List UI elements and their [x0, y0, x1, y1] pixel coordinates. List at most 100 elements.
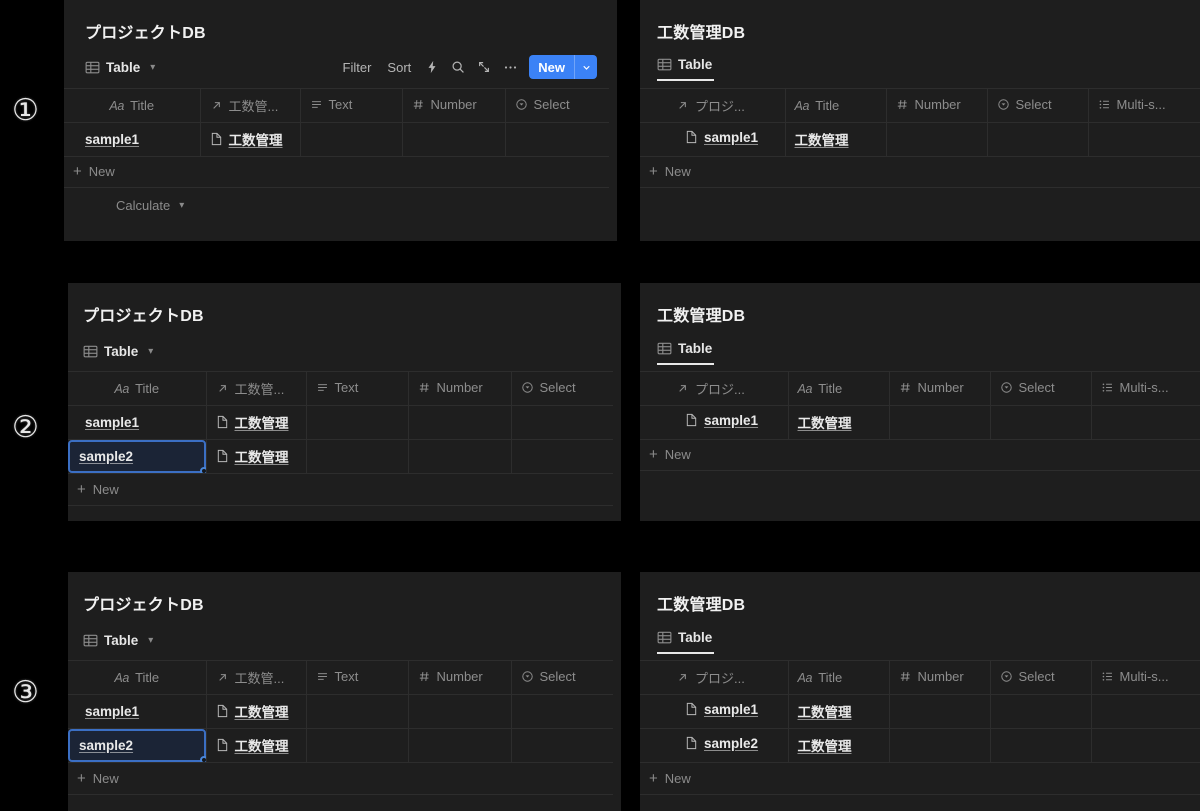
cell-relation[interactable]: 工数管理 — [206, 439, 307, 474]
cell-multi-select[interactable] — [1091, 405, 1200, 440]
cell-number[interactable] — [402, 122, 506, 157]
table-row[interactable]: sample1 工数管理 — [68, 694, 613, 729]
column-header-number[interactable]: Number — [408, 371, 512, 406]
column-header-number[interactable]: Number — [402, 88, 506, 123]
column-header-title[interactable]: Aa Title — [785, 88, 887, 123]
new-row-button-2[interactable]: + New — [68, 474, 613, 506]
cell-relation[interactable]: sample1 — [640, 405, 789, 440]
new-row-button-right-1[interactable]: + New — [640, 156, 1200, 188]
column-header-text[interactable]: Text — [300, 88, 403, 123]
column-header-text[interactable]: Text — [306, 660, 409, 695]
view-tab-table-left-1[interactable]: Table ▾ — [85, 57, 157, 78]
cell-number[interactable] — [408, 728, 512, 763]
new-row-button-3[interactable]: + New — [68, 763, 613, 795]
selection-drag-handle[interactable] — [199, 756, 205, 762]
expand-icon[interactable] — [471, 55, 497, 79]
view-tab-table-right-2[interactable]: Table — [657, 338, 715, 365]
cell-number[interactable] — [408, 694, 512, 729]
cell-select[interactable] — [511, 728, 613, 763]
cell-title[interactable]: sample1 — [68, 694, 207, 729]
column-header-title[interactable]: Aa Title — [64, 88, 201, 123]
view-tab-table-left-3[interactable]: Table ▾ — [83, 630, 155, 651]
cell-multi-select[interactable] — [1088, 122, 1200, 157]
cell-title[interactable]: 工数管理 — [788, 728, 890, 763]
column-header-relation[interactable]: プロジ... — [640, 660, 789, 695]
column-header-number[interactable]: Number — [889, 660, 991, 695]
column-header-select[interactable]: Select — [511, 660, 613, 695]
cell-relation[interactable]: 工数管理 — [206, 728, 307, 763]
table-row[interactable]: sample1 工数管理 — [64, 122, 609, 157]
view-tab-table-right-3[interactable]: Table — [657, 627, 715, 654]
cell-select[interactable] — [990, 694, 1092, 729]
new-button[interactable]: New — [529, 55, 574, 79]
cell-relation[interactable]: 工数管理 — [206, 694, 307, 729]
cell-relation[interactable]: sample1 — [640, 122, 786, 157]
cell-text[interactable] — [306, 728, 409, 763]
cell-number[interactable] — [889, 405, 991, 440]
new-row-button-1[interactable]: + New — [64, 156, 609, 188]
column-header-relation[interactable]: 工数管... — [206, 371, 307, 406]
cell-title-selected[interactable]: sample2 — [68, 439, 207, 474]
column-header-text[interactable]: Text — [306, 371, 409, 406]
column-header-relation[interactable]: 工数管... — [200, 88, 301, 123]
column-header-select[interactable]: Select — [990, 371, 1092, 406]
cell-relation[interactable]: 工数管理 — [200, 122, 301, 157]
cell-select[interactable] — [987, 122, 1089, 157]
cell-select[interactable] — [511, 405, 613, 440]
calculate-button-1[interactable]: Calculate ▾ — [64, 189, 609, 221]
column-header-title[interactable]: Aa Title — [788, 660, 890, 695]
column-header-multi-select[interactable]: Multi-s... — [1088, 88, 1200, 123]
column-header-select[interactable]: Select — [987, 88, 1089, 123]
cell-select[interactable] — [505, 122, 609, 157]
cell-text[interactable] — [306, 439, 409, 474]
cell-number[interactable] — [889, 728, 991, 763]
column-header-title[interactable]: Aa Title — [788, 371, 890, 406]
sort-button[interactable]: Sort — [379, 57, 419, 78]
table-row[interactable]: sample2 工数管理 — [68, 439, 613, 474]
lightning-icon[interactable] — [419, 55, 445, 79]
new-row-button-right-2[interactable]: + New — [640, 439, 1200, 471]
column-header-relation[interactable]: 工数管... — [206, 660, 307, 695]
cell-number[interactable] — [889, 694, 991, 729]
cell-relation[interactable]: 工数管理 — [206, 405, 307, 440]
ellipsis-icon[interactable] — [497, 55, 523, 79]
view-tab-table-right-1[interactable]: Table — [657, 54, 715, 81]
table-row[interactable]: sample1 工数管理 — [640, 122, 1200, 157]
new-dropdown-button[interactable] — [575, 55, 597, 79]
cell-text[interactable] — [306, 694, 409, 729]
cell-title[interactable]: sample1 — [64, 122, 201, 157]
column-header-relation[interactable]: プロジ... — [640, 371, 789, 406]
table-row[interactable]: sample1 工数管理 — [640, 405, 1200, 440]
new-row-button-right-3[interactable]: + New — [640, 763, 1200, 795]
table-row[interactable]: sample2 工数管理 — [68, 728, 613, 763]
column-header-number[interactable]: Number — [408, 660, 512, 695]
column-header-multi-select[interactable]: Multi-s... — [1091, 660, 1200, 695]
cell-number[interactable] — [886, 122, 988, 157]
column-header-title[interactable]: Aa Title — [68, 371, 207, 406]
cell-select[interactable] — [511, 694, 613, 729]
column-header-multi-select[interactable]: Multi-s... — [1091, 371, 1200, 406]
table-row[interactable]: sample1 工数管理 — [640, 694, 1200, 729]
cell-text[interactable] — [306, 405, 409, 440]
column-header-select[interactable]: Select — [505, 88, 609, 123]
column-header-title[interactable]: Aa Title — [68, 660, 207, 695]
cell-select[interactable] — [990, 405, 1092, 440]
cell-relation[interactable]: sample2 — [640, 728, 789, 763]
cell-title-selected[interactable]: sample2 — [68, 728, 207, 763]
cell-relation[interactable]: sample1 — [640, 694, 789, 729]
cell-title[interactable]: sample1 — [68, 405, 207, 440]
selection-drag-handle[interactable] — [199, 467, 205, 473]
cell-title[interactable]: 工数管理 — [788, 405, 890, 440]
column-header-select[interactable]: Select — [511, 371, 613, 406]
column-header-relation[interactable]: プロジ... — [640, 88, 786, 123]
cell-multi-select[interactable] — [1091, 694, 1200, 729]
search-icon[interactable] — [445, 55, 471, 79]
column-header-number[interactable]: Number — [889, 371, 991, 406]
cell-multi-select[interactable] — [1091, 728, 1200, 763]
column-header-select[interactable]: Select — [990, 660, 1092, 695]
cell-number[interactable] — [408, 439, 512, 474]
filter-button[interactable]: Filter — [335, 57, 380, 78]
table-row[interactable]: sample2 工数管理 — [640, 728, 1200, 763]
cell-text[interactable] — [300, 122, 403, 157]
view-tab-table-left-2[interactable]: Table ▾ — [83, 341, 155, 362]
